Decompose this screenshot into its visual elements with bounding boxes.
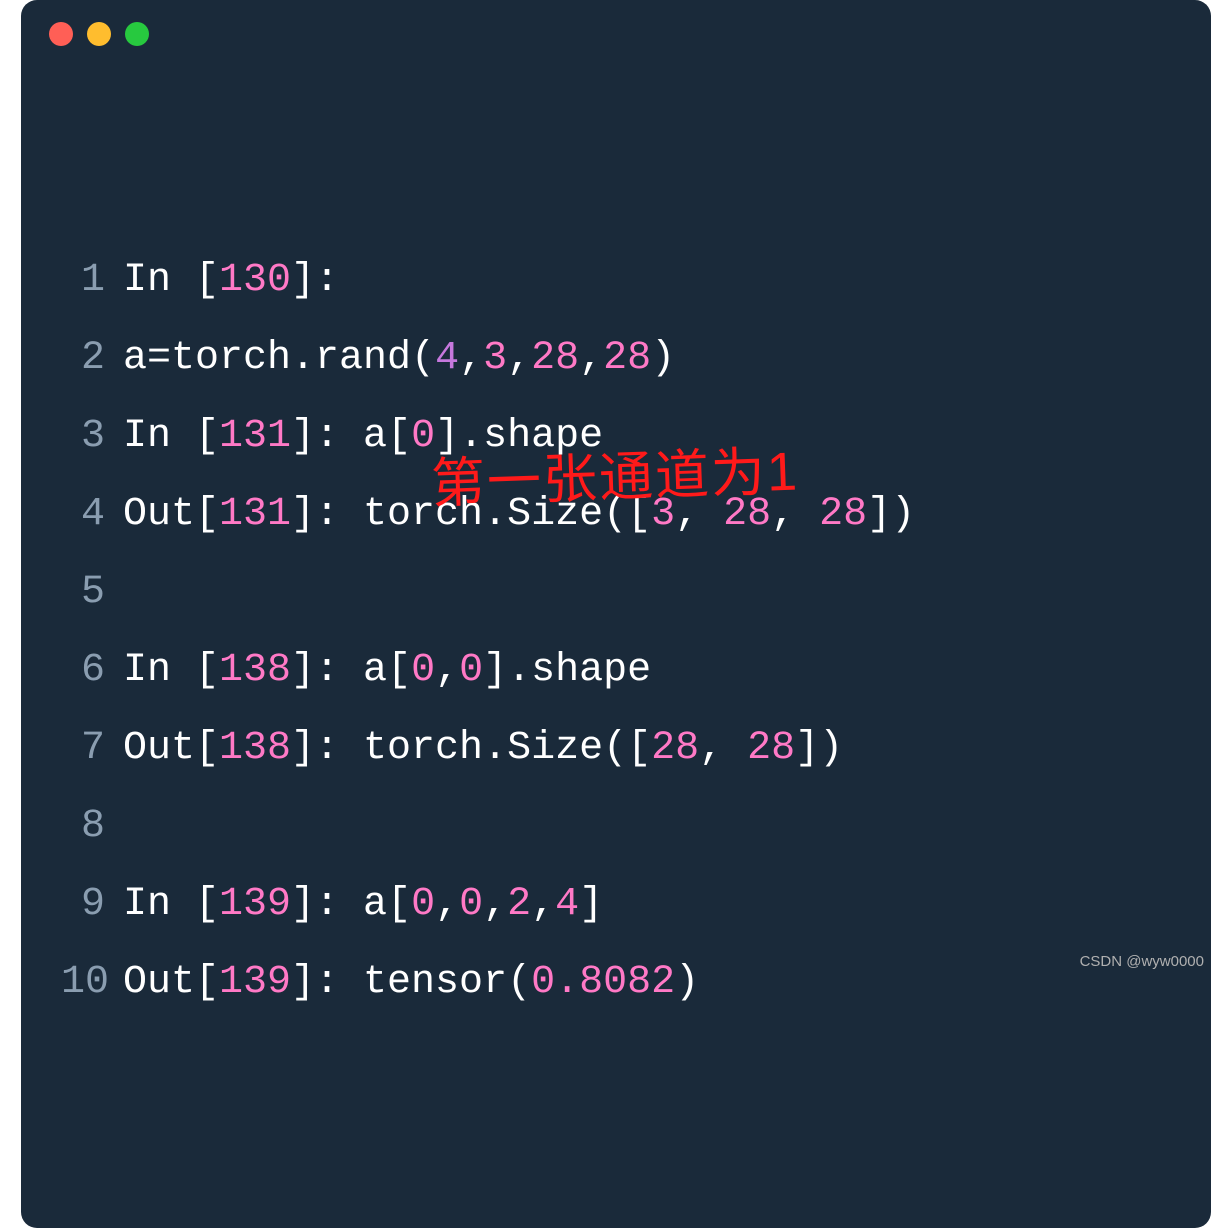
- code-content: Out[139]: tensor(0.8082): [123, 944, 1171, 1022]
- line-number: 10: [61, 944, 123, 1022]
- code-token: 4: [435, 336, 459, 381]
- code-token: ]): [867, 492, 915, 537]
- code-content: In [131]: a[0].shape: [123, 398, 1171, 476]
- code-token: 3: [651, 492, 675, 537]
- code-token: 28: [723, 492, 771, 537]
- code-token: Out[: [123, 492, 219, 537]
- code-token: 2: [507, 882, 531, 927]
- code-line: 8: [61, 788, 1171, 866]
- code-token: 0.8082: [531, 960, 675, 1005]
- code-token: ]: [579, 882, 603, 927]
- code-token: ]: a[: [291, 882, 411, 927]
- code-token: ]: torch.Size([: [291, 492, 651, 537]
- code-token: ,: [459, 336, 483, 381]
- code-content: Out[138]: torch.Size([28, 28]): [123, 710, 1171, 788]
- code-token: ,: [435, 648, 459, 693]
- code-token: ,: [579, 336, 603, 381]
- titlebar: [21, 0, 1211, 56]
- code-line: 7Out[138]: torch.Size([28, 28]): [61, 710, 1171, 788]
- code-token: 28: [531, 336, 579, 381]
- code-token: 130: [219, 258, 291, 303]
- code-token: ]: a[: [291, 414, 411, 459]
- code-token: 28: [747, 726, 795, 771]
- maximize-icon[interactable]: [125, 22, 149, 46]
- code-token: ].shape: [483, 648, 651, 693]
- code-area: 1In [130]:2a=torch.rand(4,3,28,28)3In [1…: [21, 56, 1211, 1228]
- code-line: 6In [138]: a[0,0].shape: [61, 632, 1171, 710]
- code-token: 28: [651, 726, 699, 771]
- code-line: 3In [131]: a[0].shape: [61, 398, 1171, 476]
- code-token: 0: [411, 648, 435, 693]
- line-number: 2: [61, 320, 123, 398]
- code-token: ]: tensor(: [291, 960, 531, 1005]
- code-token: 138: [219, 648, 291, 693]
- line-number: 8: [61, 788, 123, 866]
- code-line: 1In [130]:: [61, 242, 1171, 320]
- code-token: 139: [219, 960, 291, 1005]
- code-line: 9In [139]: a[0,0,2,4]: [61, 866, 1171, 944]
- code-token: ]: a[: [291, 648, 411, 693]
- code-token: 0: [411, 882, 435, 927]
- code-token: ,: [699, 726, 747, 771]
- code-token: 0: [459, 882, 483, 927]
- code-token: ): [675, 960, 699, 1005]
- code-token: ,: [675, 492, 723, 537]
- code-token: ,: [771, 492, 819, 537]
- code-token: a=torch.rand(: [123, 336, 435, 381]
- code-token: Out[: [123, 726, 219, 771]
- code-content: a=torch.rand(4,3,28,28): [123, 320, 1171, 398]
- code-token: ].shape: [435, 414, 603, 459]
- minimize-icon[interactable]: [87, 22, 111, 46]
- line-number: 7: [61, 710, 123, 788]
- code-token: 131: [219, 414, 291, 459]
- code-token: 4: [555, 882, 579, 927]
- code-token: ]: torch.Size([: [291, 726, 651, 771]
- code-token: ,: [531, 882, 555, 927]
- code-token: ,: [435, 882, 459, 927]
- code-content: In [139]: a[0,0,2,4]: [123, 866, 1171, 944]
- code-token: 0: [411, 414, 435, 459]
- terminal-window: 1In [130]:2a=torch.rand(4,3,28,28)3In [1…: [21, 0, 1211, 1228]
- code-line: 10Out[139]: tensor(0.8082): [61, 944, 1171, 1022]
- code-token: ]): [795, 726, 843, 771]
- line-number: 5: [61, 554, 123, 632]
- watermark: CSDN @wyw0000: [1080, 953, 1204, 970]
- code-token: In [: [123, 882, 219, 927]
- code-token: ,: [483, 882, 507, 927]
- code-token: 138: [219, 726, 291, 771]
- code-line: 5: [61, 554, 1171, 632]
- code-token: ,: [507, 336, 531, 381]
- code-token: In [: [123, 414, 219, 459]
- code-token: 3: [483, 336, 507, 381]
- code-token: In [: [123, 258, 219, 303]
- code-content: In [130]:: [123, 242, 1171, 320]
- line-number: 1: [61, 242, 123, 320]
- code-token: ): [651, 336, 675, 381]
- code-line: 4Out[131]: torch.Size([3, 28, 28]): [61, 476, 1171, 554]
- line-number: 9: [61, 866, 123, 944]
- close-icon[interactable]: [49, 22, 73, 46]
- code-content: Out[131]: torch.Size([3, 28, 28]): [123, 476, 1171, 554]
- line-number: 6: [61, 632, 123, 710]
- code-token: 28: [819, 492, 867, 537]
- code-content: [123, 554, 1171, 632]
- code-token: In [: [123, 648, 219, 693]
- line-number: 4: [61, 476, 123, 554]
- code-token: 28: [603, 336, 651, 381]
- code-token: 0: [459, 648, 483, 693]
- code-token: 131: [219, 492, 291, 537]
- code-token: 139: [219, 882, 291, 927]
- code-line: 2a=torch.rand(4,3,28,28): [61, 320, 1171, 398]
- code-content: [123, 788, 1171, 866]
- code-token: Out[: [123, 960, 219, 1005]
- line-number: 3: [61, 398, 123, 476]
- code-content: In [138]: a[0,0].shape: [123, 632, 1171, 710]
- code-token: ]:: [291, 258, 339, 303]
